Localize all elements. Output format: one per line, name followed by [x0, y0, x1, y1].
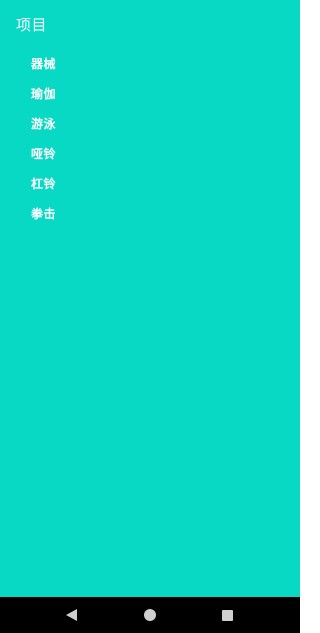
list-item-label: 瑜伽 [31, 86, 57, 101]
home-button[interactable] [130, 597, 170, 633]
list-item-label: 杠铃 [31, 176, 57, 191]
list-item[interactable]: 游泳 [31, 108, 56, 138]
list-item-label: 游泳 [31, 116, 57, 131]
drawer-title: 项目 [16, 16, 48, 34]
list-item-label: 拳击 [31, 206, 57, 221]
list-item[interactable]: 杠铃 [31, 168, 56, 198]
list-item-label: 哑铃 [31, 146, 57, 161]
system-navigation-bar [0, 597, 300, 633]
list-item[interactable]: 哑铃 [31, 138, 56, 168]
list-item[interactable]: 拳击 [31, 198, 56, 228]
list-item[interactable]: 器械 [31, 48, 56, 78]
drawer-panel: 项目 器械 瑜伽 游泳 哑铃 杠铃 拳击 [0, 0, 300, 597]
list-item-label: 器械 [31, 56, 57, 71]
recents-square-icon [221, 609, 233, 621]
back-triangle-icon [65, 609, 77, 621]
back-button[interactable] [51, 597, 91, 633]
recents-button[interactable] [207, 597, 247, 633]
category-list: 器械 瑜伽 游泳 哑铃 杠铃 拳击 [31, 48, 56, 228]
list-item[interactable]: 瑜伽 [31, 78, 56, 108]
home-circle-icon [144, 609, 156, 621]
